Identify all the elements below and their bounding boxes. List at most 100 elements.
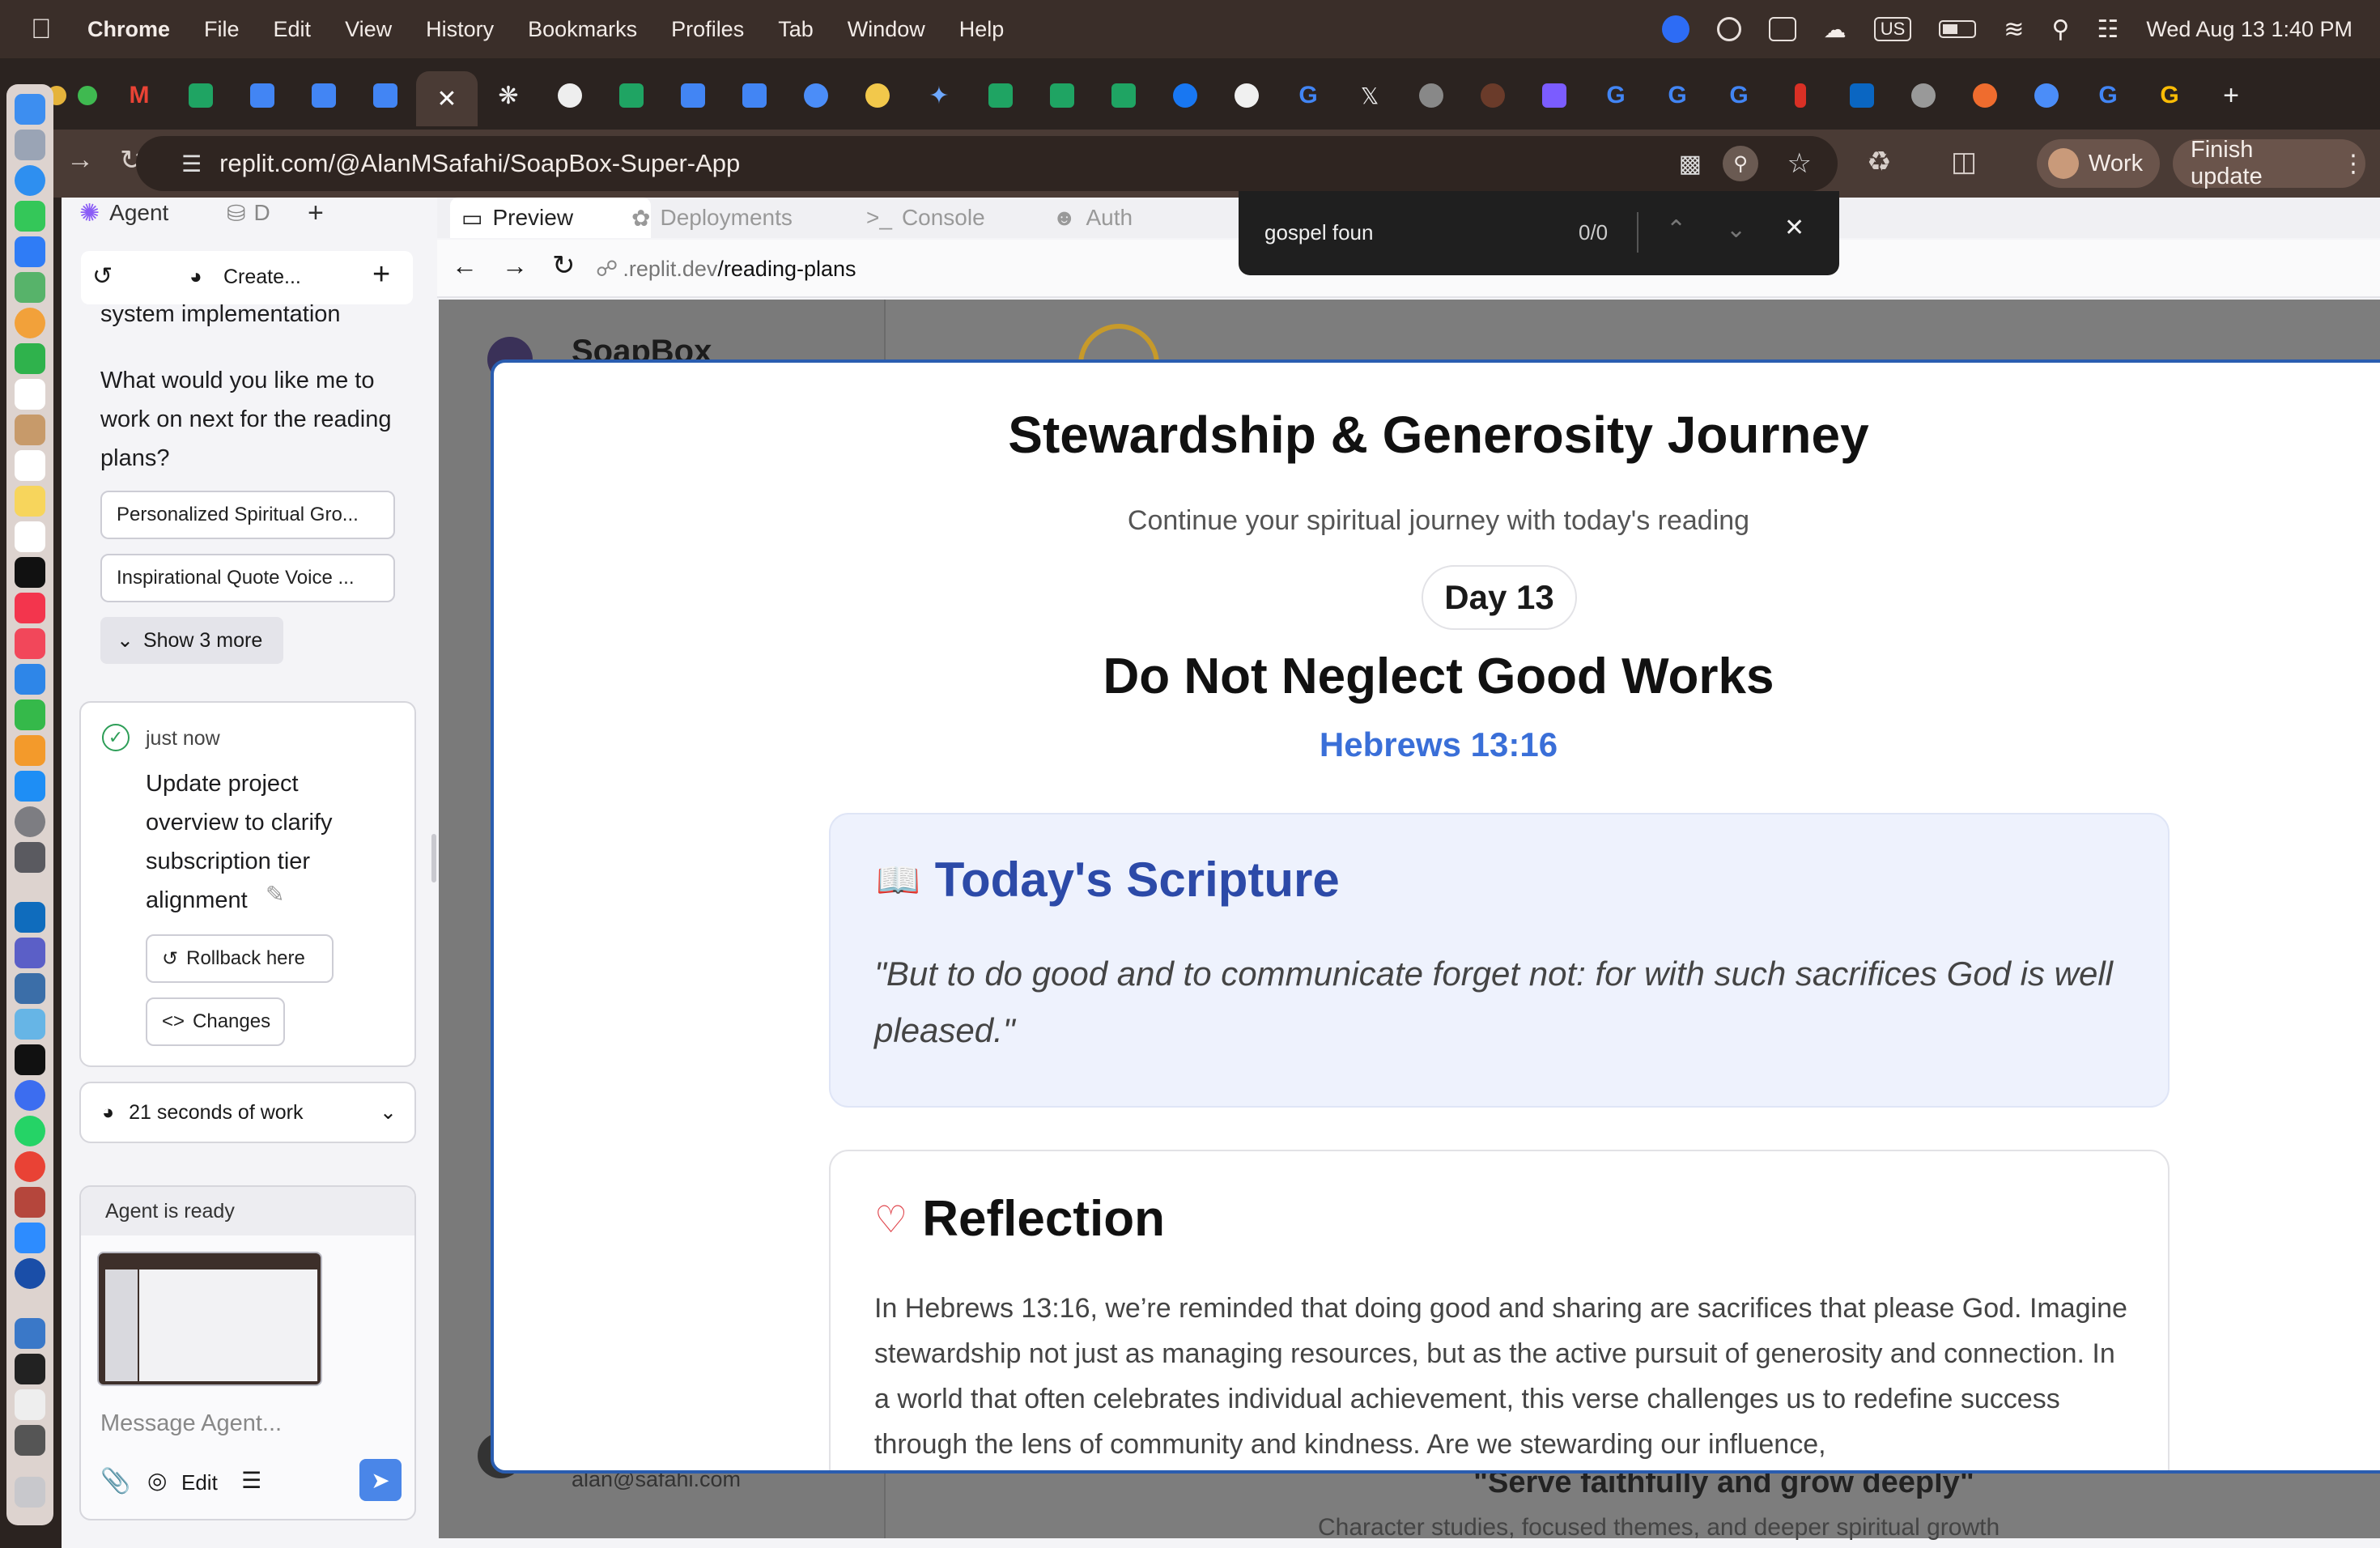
music-icon[interactable] [15, 593, 45, 623]
history-icon[interactable]: ↺ [92, 262, 113, 291]
tab-sheets[interactable] [970, 71, 1031, 120]
attached-screenshot-thumbnail[interactable] [97, 1252, 322, 1386]
tab-replit-active[interactable]: ✕ [416, 71, 478, 126]
window-zoom-icon[interactable] [78, 86, 97, 105]
tab-site[interactable] [1462, 71, 1524, 120]
rollback-button[interactable]: ↺ Rollback here [146, 934, 334, 983]
finder-icon[interactable] [15, 94, 45, 125]
tab-github[interactable] [1216, 71, 1277, 120]
forward-icon[interactable]: → [502, 251, 528, 281]
news-icon[interactable] [15, 628, 45, 659]
tab-docs[interactable] [724, 71, 785, 120]
app-store-icon[interactable] [15, 771, 45, 802]
calendar-icon[interactable] [15, 379, 45, 410]
trash-icon[interactable] [15, 1477, 45, 1508]
tab-sheets[interactable] [601, 71, 662, 120]
new-tab-button[interactable]: + [2200, 71, 2262, 120]
bookmark-star-icon[interactable]: ☆ [1787, 147, 1812, 180]
pages-icon[interactable] [15, 735, 45, 766]
add-tab-icon[interactable]: + [308, 198, 324, 229]
tab-site[interactable] [1893, 71, 1954, 120]
send-button[interactable]: ➤ [359, 1459, 402, 1501]
find-prev-icon[interactable]: ⌃ [1666, 215, 1686, 244]
finish-update-button[interactable]: Finish update ⋮ [2173, 137, 2365, 189]
tab-preview[interactable]: ▭ Preview [450, 198, 651, 238]
spotlight-search-icon[interactable]: ⚲ [2051, 15, 2069, 44]
outlook-status-icon[interactable] [1768, 17, 1796, 41]
keyboard-input-indicator[interactable]: US [1873, 17, 1912, 41]
tab-facebook[interactable] [1154, 71, 1216, 120]
scripture-reference[interactable]: Hebrews 13:16 [494, 725, 2380, 764]
tab-google[interactable]: G [1277, 71, 1339, 120]
create-label[interactable]: Create... [223, 266, 301, 289]
app-icon[interactable] [15, 1080, 45, 1111]
menu-file[interactable]: File [204, 17, 240, 42]
app-icon[interactable] [15, 1425, 45, 1456]
tab-docs[interactable] [662, 71, 724, 120]
tab-linkedin[interactable] [1831, 71, 1893, 120]
tab-google[interactable]: G [2139, 71, 2200, 120]
work-summary[interactable]: ◕ 21 seconds of work ⌄ [79, 1082, 416, 1143]
notes-icon[interactable] [15, 486, 45, 517]
app-icon[interactable] [15, 1009, 45, 1040]
tab-console[interactable]: >_ Console [866, 198, 985, 238]
tab-docs[interactable] [293, 71, 355, 120]
extensions-icon[interactable]: ♻ [1867, 146, 1891, 178]
teams-icon[interactable] [15, 938, 45, 968]
tab-site[interactable] [847, 71, 908, 120]
tab-site[interactable] [1954, 71, 2016, 120]
find-next-icon[interactable]: ⌄ [1726, 215, 1746, 244]
side-panel-icon[interactable]: ◫ [1951, 146, 1977, 178]
tab-site[interactable] [539, 71, 601, 120]
wifi-icon[interactable]: ≋ [2004, 15, 2024, 44]
keynote-icon[interactable] [15, 664, 45, 695]
outlook-icon[interactable] [15, 902, 45, 933]
chrome-icon[interactable] [15, 1151, 45, 1182]
messages-icon[interactable] [15, 201, 45, 232]
tab-gemini[interactable]: ✦ [908, 71, 970, 120]
freeform-icon[interactable] [15, 521, 45, 552]
tab-auth[interactable]: ☻ Auth [1052, 198, 1133, 238]
tab-google[interactable]: G [1708, 71, 1770, 120]
tab-site[interactable] [1770, 71, 1831, 120]
menu-help[interactable]: Help [959, 17, 1005, 42]
menu-window[interactable]: Window [848, 17, 925, 42]
forward-icon[interactable]: → [66, 144, 94, 176]
tab-google[interactable]: G [1585, 71, 1647, 120]
install-app-icon[interactable]: ▩ [1679, 150, 1702, 178]
safari-icon[interactable] [15, 165, 45, 196]
site-settings-icon[interactable]: ☰ [181, 151, 202, 177]
address-bar[interactable]: ☰ replit.com/@AlanMSafahi/SoapBox-Super-… [136, 136, 1838, 191]
changes-button[interactable]: <> Changes [146, 997, 285, 1046]
tab-sheets[interactable] [170, 71, 232, 120]
back-icon[interactable]: ← [452, 251, 478, 281]
menu-view[interactable]: View [345, 17, 392, 42]
tv-icon[interactable] [15, 557, 45, 588]
pencil-icon[interactable]: ✎ [266, 881, 284, 908]
tab-site[interactable] [2016, 71, 2077, 120]
tab-docs[interactable] [355, 71, 416, 120]
tab-x[interactable]: 𝕏 [1339, 71, 1400, 120]
menu-app-name[interactable]: Chrome [87, 17, 170, 42]
tab-agent[interactable]: ✺ Agent [79, 198, 168, 228]
edit-label[interactable]: Edit [181, 1470, 218, 1495]
dictionary-icon[interactable] [15, 1187, 45, 1218]
suggestion-chip[interactable]: Personalized Spiritual Gro... [100, 491, 395, 539]
find-in-page-icon[interactable]: ⚲ [1723, 146, 1758, 181]
1password-icon[interactable] [15, 1258, 45, 1289]
tab-site[interactable] [1400, 71, 1462, 120]
app-icon[interactable] [15, 1389, 45, 1420]
find-input[interactable]: gospel foun [1264, 220, 1373, 245]
settings-sliders-icon[interactable]: ☰ [241, 1467, 261, 1494]
target-icon[interactable]: ◎ [147, 1467, 167, 1494]
tab-site[interactable] [785, 71, 847, 120]
battery-icon[interactable] [1939, 20, 1977, 38]
app-icon[interactable] [15, 1318, 45, 1349]
maps-icon[interactable] [15, 272, 45, 303]
panel-resize-handle[interactable] [431, 834, 436, 882]
message-input[interactable]: Message Agent... [100, 1410, 392, 1437]
find-close-icon[interactable]: ✕ [1784, 214, 1804, 242]
profile-button[interactable]: Work [2037, 139, 2160, 188]
apple-icon[interactable]:  [31, 14, 63, 45]
attach-icon[interactable]: 📎 [100, 1467, 130, 1495]
